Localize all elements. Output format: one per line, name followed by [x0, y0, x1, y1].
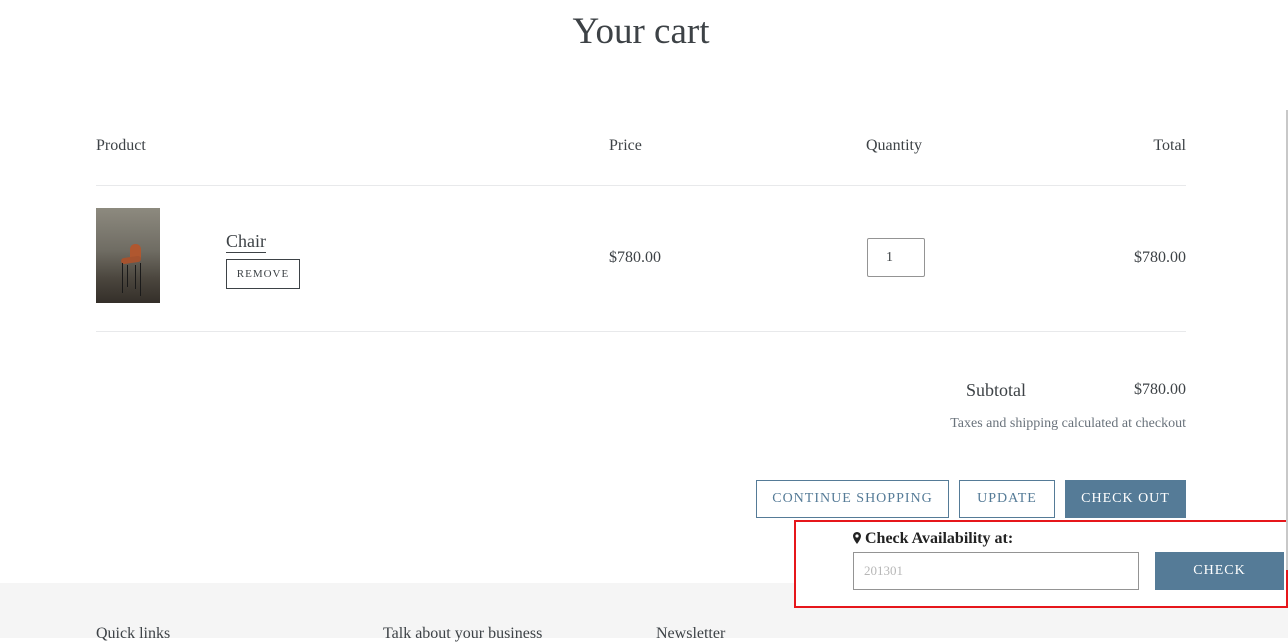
product-column-header: Product — [96, 137, 146, 154]
quantity-input[interactable] — [867, 238, 925, 277]
remove-button[interactable]: REMOVE — [226, 259, 300, 289]
pincode-input[interactable] — [853, 552, 1139, 590]
page-title: Your cart — [572, 11, 710, 52]
map-marker-icon — [853, 532, 861, 544]
quantity-column-header: Quantity — [866, 137, 922, 154]
subtotal-label: Subtotal — [966, 380, 1027, 400]
chair-leg — [135, 265, 136, 289]
subtotal-value: $780.00 — [1134, 381, 1186, 398]
item-total: $780.00 — [1134, 249, 1186, 266]
update-button[interactable]: UPDATE — [959, 480, 1055, 518]
item-price: $780.00 — [609, 249, 661, 266]
total-column-header: Total — [1153, 137, 1186, 154]
checkout-button[interactable]: CHECK OUT — [1065, 480, 1186, 518]
price-column-header: Price — [609, 137, 642, 154]
footer-quick-links-heading: Quick links — [96, 625, 171, 642]
chair-seat-shape — [120, 255, 142, 265]
row-divider — [96, 331, 1186, 332]
product-name-link[interactable]: Chair — [226, 231, 266, 253]
chair-leg — [127, 265, 128, 287]
footer-talk-heading: Talk about your business — [383, 625, 543, 642]
footer-newsletter-heading: Newsletter — [656, 625, 726, 642]
continue-shopping-button[interactable]: CONTINUE SHOPPING — [756, 480, 949, 518]
product-thumbnail[interactable] — [96, 208, 160, 303]
chair-leg — [122, 263, 123, 293]
tax-shipping-note: Taxes and shipping calculated at checkou… — [950, 416, 1186, 431]
check-availability-button[interactable]: CHECK — [1155, 552, 1284, 590]
header-divider — [96, 185, 1186, 186]
availability-label-text: Check Availability at: — [865, 530, 1014, 547]
chair-leg — [140, 263, 141, 296]
availability-label: Check Availability at: — [853, 530, 1013, 548]
